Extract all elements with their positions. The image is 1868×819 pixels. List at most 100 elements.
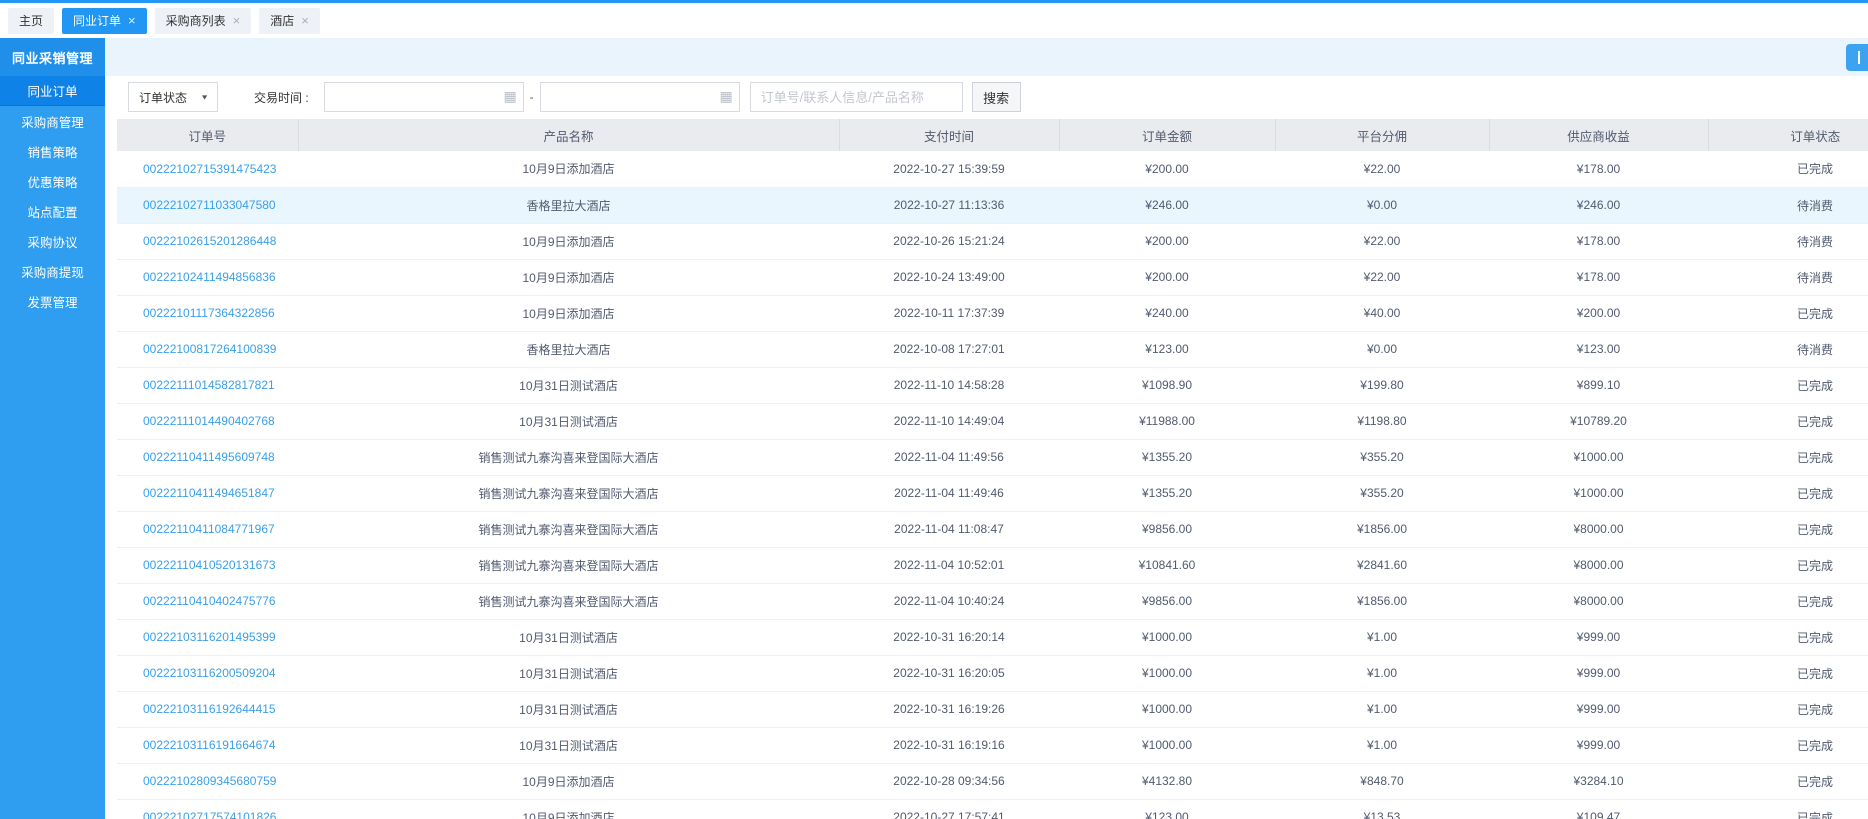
sidebar-item-4[interactable]: 站点配置 [0,196,105,226]
platform-commission-cell: ¥2841.60 [1275,547,1489,583]
order-number-link[interactable]: 00222102711033047580 [143,198,276,212]
order-status-cell: 已完成 [1708,799,1868,819]
product-name-cell: 10月31日测试酒店 [298,367,839,403]
order-number-link[interactable]: 00222111014490402768 [143,414,275,428]
table-row: 00222102711033047580香格里拉大酒店2022-10-27 11… [117,187,1868,223]
table-row: 00222110411494651847销售测试九寨沟喜来登国际大酒店2022-… [117,475,1868,511]
table-row: 00222110411084771967销售测试九寨沟喜来登国际大酒店2022-… [117,511,1868,547]
tab-1[interactable]: 同业订单 × [62,8,147,34]
search-input[interactable] [750,82,963,112]
order-amount-cell: ¥123.00 [1059,331,1275,367]
tab-2[interactable]: 采购商列表× [155,8,252,34]
sidebar-item-1[interactable]: 采购商管理 [0,106,105,136]
order-number-link[interactable]: 00222103116192644415 [143,702,276,716]
platform-commission-cell: ¥1856.00 [1275,583,1489,619]
order-amount-cell: ¥1000.00 [1059,655,1275,691]
tab-0[interactable]: 主页 [8,8,54,34]
toolbar-band [105,38,1868,76]
order-status-cell: 已完成 [1708,583,1868,619]
tab-3[interactable]: 酒店× [259,8,320,34]
table-row: 0022210261520128644810月9日添加酒店2022-10-26 … [117,223,1868,259]
supplier-revenue-cell: ¥200.00 [1489,295,1708,331]
platform-commission-cell: ¥40.00 [1275,295,1489,331]
date-from-box: ▦ [324,82,524,112]
supplier-revenue-cell: ¥123.00 [1489,331,1708,367]
order-status-cell: 已完成 [1708,151,1868,187]
search-button[interactable]: 搜索 [972,82,1021,112]
product-name-cell: 香格里拉大酒店 [298,187,839,223]
sidebar-item-0[interactable]: 同业订单 [0,76,105,106]
order-number-link[interactable]: 00222110411494651847 [143,486,275,500]
supplier-revenue-cell: ¥1000.00 [1489,439,1708,475]
order-number-link[interactable]: 00222110410402475776 [143,594,276,608]
product-name-cell: 10月31日测试酒店 [298,727,839,763]
supplier-revenue-cell: ¥109.47 [1489,799,1708,819]
sidebar-item-7[interactable]: 发票管理 [0,286,105,316]
order-status-cell: 已完成 [1708,295,1868,331]
column-header-3: 订单金额 [1059,119,1275,151]
date-to-input[interactable] [540,82,740,112]
product-name-cell: 10月9日添加酒店 [298,151,839,187]
platform-commission-cell: ¥22.00 [1275,223,1489,259]
table-row: 0022210271539147542310月9日添加酒店2022-10-27 … [117,151,1868,187]
order-amount-cell: ¥10841.60 [1059,547,1275,583]
table-row: 00222110410402475776 销售测试九寨沟喜来登国际大酒店2022-… [117,583,1868,619]
order-status-cell: 待消费 [1708,259,1868,295]
sidebar-item-2[interactable]: 销售策略 [0,136,105,166]
order-amount-cell: ¥246.00 [1059,187,1275,223]
date-from-input[interactable] [324,82,524,112]
order-number-link[interactable]: 00222100817264100839 [143,342,276,356]
product-name-cell: 10月9日添加酒店 [298,763,839,799]
column-header-4: 平台分佣 [1275,119,1489,151]
sidebar-item-6[interactable]: 采购商提现 [0,256,105,286]
supplier-revenue-cell: ¥8000.00 [1489,583,1708,619]
clipped-action-button[interactable] [1846,44,1868,71]
order-amount-cell: ¥240.00 [1059,295,1275,331]
order-number-link[interactable]: 00222110411495609748 [143,450,275,464]
product-name-cell: 销售测试九寨沟喜来登国际大酒店 [298,547,839,583]
platform-commission-cell: ¥1.00 [1275,727,1489,763]
platform-commission-cell: ¥0.00 [1275,331,1489,367]
order-status-cell: 已完成 [1708,547,1868,583]
sidebar-item-5[interactable]: 采购协议 [0,226,105,256]
order-number-link[interactable]: 00222110410520131673 [143,558,276,572]
pay-time-cell: 2022-10-26 15:21:24 [839,223,1059,259]
order-number-link[interactable]: 00222102717574101826 [143,810,276,819]
product-name-cell: 销售测试九寨沟喜来登国际大酒店 [298,583,839,619]
column-header-6: 订单状态 [1708,119,1868,151]
order-number-link[interactable]: 00222103116191664674 [143,738,276,752]
supplier-revenue-cell: ¥178.00 [1489,223,1708,259]
order-amount-cell: ¥1355.20 [1059,439,1275,475]
order-number-link[interactable]: 00222102615201286448 [143,234,276,248]
close-icon[interactable]: × [233,14,241,27]
table-row: 00222110411495609748销售测试九寨沟喜来登国际大酒店2022-… [117,439,1868,475]
pay-time-cell: 2022-11-04 10:40:24 [839,583,1059,619]
order-number-link[interactable]: 00222101117364322856 [143,306,275,320]
close-icon[interactable]: × [301,14,309,27]
product-name-cell: 10月31日测试酒店 [298,691,839,727]
supplier-revenue-cell: ¥246.00 [1489,187,1708,223]
column-header-0: 订单号 [117,119,298,151]
close-icon[interactable]: × [128,14,136,27]
supplier-revenue-cell: ¥178.00 [1489,259,1708,295]
order-number-link[interactable]: 00222103116201495399 [143,630,276,644]
order-status-cell: 已完成 [1708,763,1868,799]
table-row: 00222110410520131673销售测试九寨沟喜来登国际大酒店2022-… [117,547,1868,583]
order-status-select[interactable]: 订单状态 ▼ [128,82,218,112]
order-number-link[interactable]: 00222102715391475423 [143,162,276,176]
filter-bar: 订单状态 ▼ 交易时间 : ▦ - ▦ 搜索 [105,76,1868,119]
pay-time-cell: 2022-10-28 09:34:56 [839,763,1059,799]
table-row: 0022210241149485683610月9日添加酒店2022-10-24 … [117,259,1868,295]
supplier-revenue-cell: ¥999.00 [1489,727,1708,763]
order-number-link[interactable]: 00222103116200509204 [143,666,276,680]
order-number-link[interactable]: 00222102809345680759 [143,774,276,788]
tab-label: 同业订单 [73,12,121,29]
sidebar-nav: 同业订单采购商管理销售策略优惠策略站点配置采购协议采购商提现发票管理 [0,76,105,316]
order-number-link[interactable]: 00222102411494856836 [143,270,276,284]
sidebar-item-3[interactable]: 优惠策略 [0,166,105,196]
table-row: 00222100817264100839香格里拉大酒店2022-10-08 17… [117,331,1868,367]
order-number-link[interactable]: 00222111014582817821 [143,378,275,392]
platform-commission-cell: ¥1856.00 [1275,511,1489,547]
order-number-cell: 00222110410520131673 [117,547,298,583]
order-number-link[interactable]: 00222110411084771967 [143,522,275,536]
